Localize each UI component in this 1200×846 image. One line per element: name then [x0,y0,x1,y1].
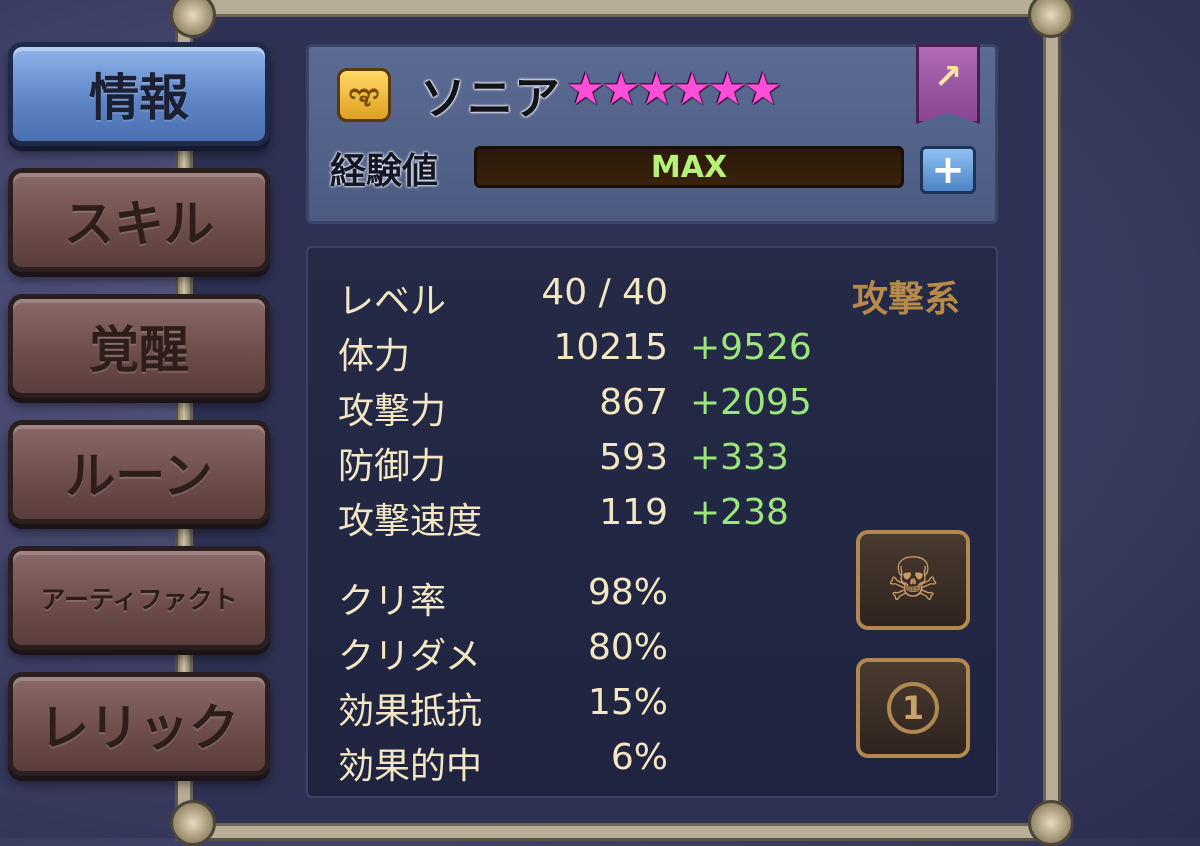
stat-value: 15% [587,682,668,723]
plus-icon: + [931,147,965,193]
tab-artifact[interactable]: アーティファクト [8,546,270,650]
stat-bonus: +2095 [690,382,812,423]
stat-row-accuracy: 効果的中 6% [338,737,818,787]
stat-label: クリダメ [338,636,481,677]
frame-corner-ornament [1028,0,1074,38]
tab-relic[interactable]: レリック [8,672,270,776]
stat-value: 10215 [553,327,668,368]
stat-bonus: +333 [690,437,789,478]
stat-label: 体力 [338,336,411,377]
tab-skill[interactable]: スキル [8,168,270,272]
star-rating: ★★★★★★ [566,64,783,115]
add-exp-button[interactable]: + [920,146,976,194]
wind-element-icon: ಞ [337,68,391,122]
tab-info[interactable]: 情報 [8,42,270,146]
share-icon: ↗ [933,57,963,97]
stat-row-crit-dmg: クリダメ 80% [338,627,818,677]
tab-awaken[interactable]: 覚醒 [8,294,270,398]
stat-label: 効果的中 [338,746,483,787]
exp-bar: MAX [474,146,904,188]
skull-helmet-icon: ☠ [886,545,940,615]
number-badge: 1 [887,682,939,734]
stat-row-resistance: 効果抵抗 15% [338,682,818,732]
stat-row-hp: 体力 10215 +9526 [338,327,818,377]
stat-value: 40 / 40 [541,272,668,313]
skill-preview-button[interactable]: ☠ [856,530,970,630]
stat-value: 80% [587,627,668,668]
stat-label: クリ率 [338,581,447,622]
exp-label: 経験値 [330,151,439,192]
monster-type-label: 攻撃系 [852,279,961,320]
monster-name: ソニア [420,71,561,125]
stat-value: 867 [599,382,668,423]
share-button[interactable]: ↗ [916,44,980,124]
stat-value: 6% [610,737,668,778]
frame-corner-ornament [1028,800,1074,846]
frame-corner-ornament [170,800,216,846]
stat-value: 119 [599,492,668,533]
stat-label: 攻撃力 [338,391,447,432]
stat-row-crit-rate: クリ率 98% [338,572,818,622]
stat-bonus: +9526 [690,327,812,368]
stat-label: 攻撃速度 [338,501,483,542]
stat-row-def: 防御力 593 +333 [338,437,818,487]
stat-value: 98% [587,572,668,613]
stat-label: 効果抵抗 [338,691,483,732]
stat-bonus: +238 [690,492,789,533]
tab-rune[interactable]: ルーン [8,420,270,524]
stat-label: レベル [338,281,447,322]
stat-value: 593 [599,437,668,478]
rune-set-button[interactable]: 1 [856,658,970,758]
stat-row-atk: 攻撃力 867 +2095 [338,382,818,432]
exp-value: MAX [650,149,728,185]
stat-label: 防御力 [338,446,447,487]
stat-row-spd: 攻撃速度 119 +238 [338,492,818,542]
stat-row-level: レベル 40 / 40 [338,272,818,322]
